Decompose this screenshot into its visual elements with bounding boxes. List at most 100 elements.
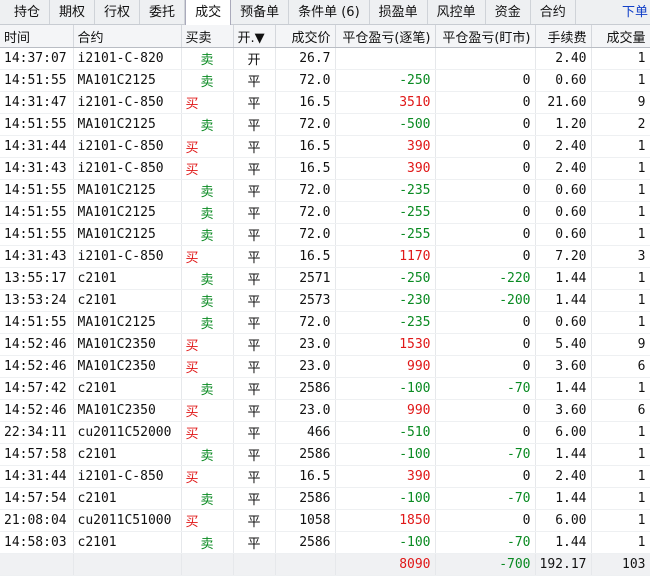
table-row[interactable]: 14:51:55 MA101C2125 卖平 72.0 -255 0 0.60 1	[0, 201, 650, 224]
table-row[interactable]: 14:51:55 MA101C2125 卖平 72.0 -255 0 0.60 1	[0, 223, 650, 246]
table-row[interactable]: 14:51:55 MA101C2125 卖平 72.0 -235 0 0.60 1	[0, 179, 650, 202]
total-qty: 103	[591, 553, 650, 576]
cell-pnl-mtm: 0	[435, 223, 536, 246]
cell-pnl-trade: 1530	[335, 333, 436, 356]
cell-contract: MA101C2125	[73, 311, 182, 334]
table-row[interactable]: 14:31:43 i2101-C-850 买平 16.5 1170 0 7.20 3	[0, 245, 650, 268]
cell-contract: c2101	[73, 487, 182, 510]
table-row[interactable]: 14:57:54 c2101 卖平 2586 -100 -70 1.44 1	[0, 487, 650, 510]
total-contract	[73, 553, 182, 576]
table-row[interactable]: 21:08:04 cu2011C51000 买平 1058 1850 0 6.00 1	[0, 509, 650, 532]
cell-contract: c2101	[73, 531, 182, 554]
tab-options[interactable]: 期权	[50, 0, 96, 24]
cell-pnl-trade: -250	[335, 69, 436, 92]
col-header-fee[interactable]: 手续费	[535, 25, 592, 48]
tab-contracts[interactable]: 合约	[531, 0, 576, 24]
table-row[interactable]: 13:53:24 c2101 卖平 2573 -230 -200 1.44 1	[0, 289, 650, 312]
tab-prepared-orders[interactable]: 预备单	[231, 0, 290, 24]
col-header-open-close[interactable]: 开.▼	[233, 25, 276, 48]
trades-table: 时间 合约 买卖 开.▼ 成交价 平仓盈亏(逐笔) 平仓盈亏(盯市) 手续费 成…	[0, 25, 650, 576]
table-row[interactable]: 14:31:47 i2101-C-850 买平 16.5 3510 0 21.60 9	[0, 91, 650, 114]
cell-pnl-trade: 390	[335, 157, 436, 180]
cell-price: 16.5	[275, 245, 336, 268]
cell-qty: 1	[591, 47, 650, 70]
cell-price: 72.0	[275, 113, 336, 136]
cell-qty: 9	[591, 333, 650, 356]
cell-open-close: 平	[233, 465, 276, 488]
place-order-link[interactable]: 下单	[616, 0, 650, 24]
table-row[interactable]: 14:37:07 i2101-C-820 卖开 26.7 2.40 1	[0, 47, 650, 70]
table-row[interactable]: 14:31:44 i2101-C-850 买平 16.5 390 0 2.40 1	[0, 135, 650, 158]
table-row[interactable]: 14:31:43 i2101-C-850 买平 16.5 390 0 2.40 1	[0, 157, 650, 180]
cell-pnl-trade: 990	[335, 355, 436, 378]
tab-risk-control[interactable]: 风控单	[428, 0, 486, 24]
table-row[interactable]: 14:57:42 c2101 卖平 2586 -100 -70 1.44 1	[0, 377, 650, 400]
cell-side: 卖	[181, 311, 234, 334]
cell-time: 14:31:47	[0, 91, 74, 114]
cell-side: 买	[181, 399, 234, 422]
cell-contract: i2101-C-850	[73, 157, 182, 180]
col-header-contract[interactable]: 合约	[73, 25, 182, 48]
table-row[interactable]: 14:52:46 MA101C2350 买平 23.0 990 0 3.60 6	[0, 399, 650, 422]
table-row[interactable]: 14:51:55 MA101C2125 卖平 72.0 -250 0 0.60 1	[0, 69, 650, 92]
total-pnl-mtm: -700	[435, 553, 536, 576]
col-header-pnl-trade[interactable]: 平仓盈亏(逐笔)	[335, 25, 436, 48]
cell-qty: 3	[591, 245, 650, 268]
tab-conditional-orders[interactable]: 条件单 (6)	[289, 0, 370, 24]
cell-price: 16.5	[275, 465, 336, 488]
col-header-time[interactable]: 时间	[0, 25, 74, 48]
col-header-qty[interactable]: 成交量	[591, 25, 650, 48]
cell-price: 2571	[275, 267, 336, 290]
cell-contract: cu2011C52000	[73, 421, 182, 444]
col-header-pnl-mtm[interactable]: 平仓盈亏(盯市)	[435, 25, 536, 48]
cell-fee: 1.44	[535, 289, 592, 312]
total-side	[181, 553, 234, 576]
table-row[interactable]: 14:58:03 c2101 卖平 2586 -100 -70 1.44 1	[0, 531, 650, 554]
tab-funds[interactable]: 资金	[486, 0, 531, 24]
table-row[interactable]: 14:52:46 MA101C2350 买平 23.0 990 0 3.60 6	[0, 355, 650, 378]
cell-open-close: 平	[233, 355, 276, 378]
cell-contract: MA101C2125	[73, 69, 182, 92]
cell-qty: 1	[591, 157, 650, 180]
cell-side: 买	[181, 465, 234, 488]
cell-pnl-mtm: 0	[435, 399, 536, 422]
cell-price: 23.0	[275, 333, 336, 356]
cell-fee: 5.40	[535, 333, 592, 356]
cell-open-close: 平	[233, 113, 276, 136]
cell-price: 2573	[275, 289, 336, 312]
cell-pnl-trade: -500	[335, 113, 436, 136]
cell-pnl-trade: -235	[335, 311, 436, 334]
cell-fee: 6.00	[535, 421, 592, 444]
cell-side: 买	[181, 245, 234, 268]
cell-fee: 21.60	[535, 91, 592, 114]
cell-contract: MA101C2350	[73, 355, 182, 378]
table-row[interactable]: 14:52:46 MA101C2350 买平 23.0 1530 0 5.40 9	[0, 333, 650, 356]
cell-side: 卖	[181, 69, 234, 92]
cell-price: 16.5	[275, 157, 336, 180]
tab-exercise[interactable]: 行权	[95, 0, 141, 24]
cell-qty: 1	[591, 135, 650, 158]
cell-pnl-trade	[335, 47, 436, 70]
table-row[interactable]: 14:51:55 MA101C2125 卖平 72.0 -235 0 0.60 1	[0, 311, 650, 334]
table-row[interactable]: 14:51:55 MA101C2125 卖平 72.0 -500 0 1.20 2	[0, 113, 650, 136]
table-row[interactable]: 13:55:17 c2101 卖平 2571 -250 -220 1.44 1	[0, 267, 650, 290]
tab-trades[interactable]: 成交	[185, 0, 232, 25]
cell-pnl-mtm: 0	[435, 245, 536, 268]
cell-pnl-trade: -100	[335, 377, 436, 400]
cell-open-close: 平	[233, 179, 276, 202]
cell-price: 23.0	[275, 399, 336, 422]
cell-time: 14:31:44	[0, 135, 74, 158]
table-row[interactable]: 22:34:11 cu2011C52000 买平 466 -510 0 6.00 1	[0, 421, 650, 444]
tab-orders[interactable]: 委托	[140, 0, 186, 24]
tab-positions[interactable]: 持仓	[0, 0, 51, 24]
cell-side: 卖	[181, 443, 234, 466]
cell-time: 14:52:46	[0, 399, 74, 422]
table-row[interactable]: 14:57:58 c2101 卖平 2586 -100 -70 1.44 1	[0, 443, 650, 466]
col-header-side[interactable]: 买卖	[181, 25, 234, 48]
table-row[interactable]: 14:31:44 i2101-C-850 买平 16.5 390 0 2.40 1	[0, 465, 650, 488]
cell-time: 14:31:43	[0, 245, 74, 268]
cell-price: 2586	[275, 377, 336, 400]
tab-stop-profit-orders[interactable]: 损盈单	[370, 0, 428, 24]
cell-open-close: 平	[233, 421, 276, 444]
col-header-price[interactable]: 成交价	[275, 25, 336, 48]
